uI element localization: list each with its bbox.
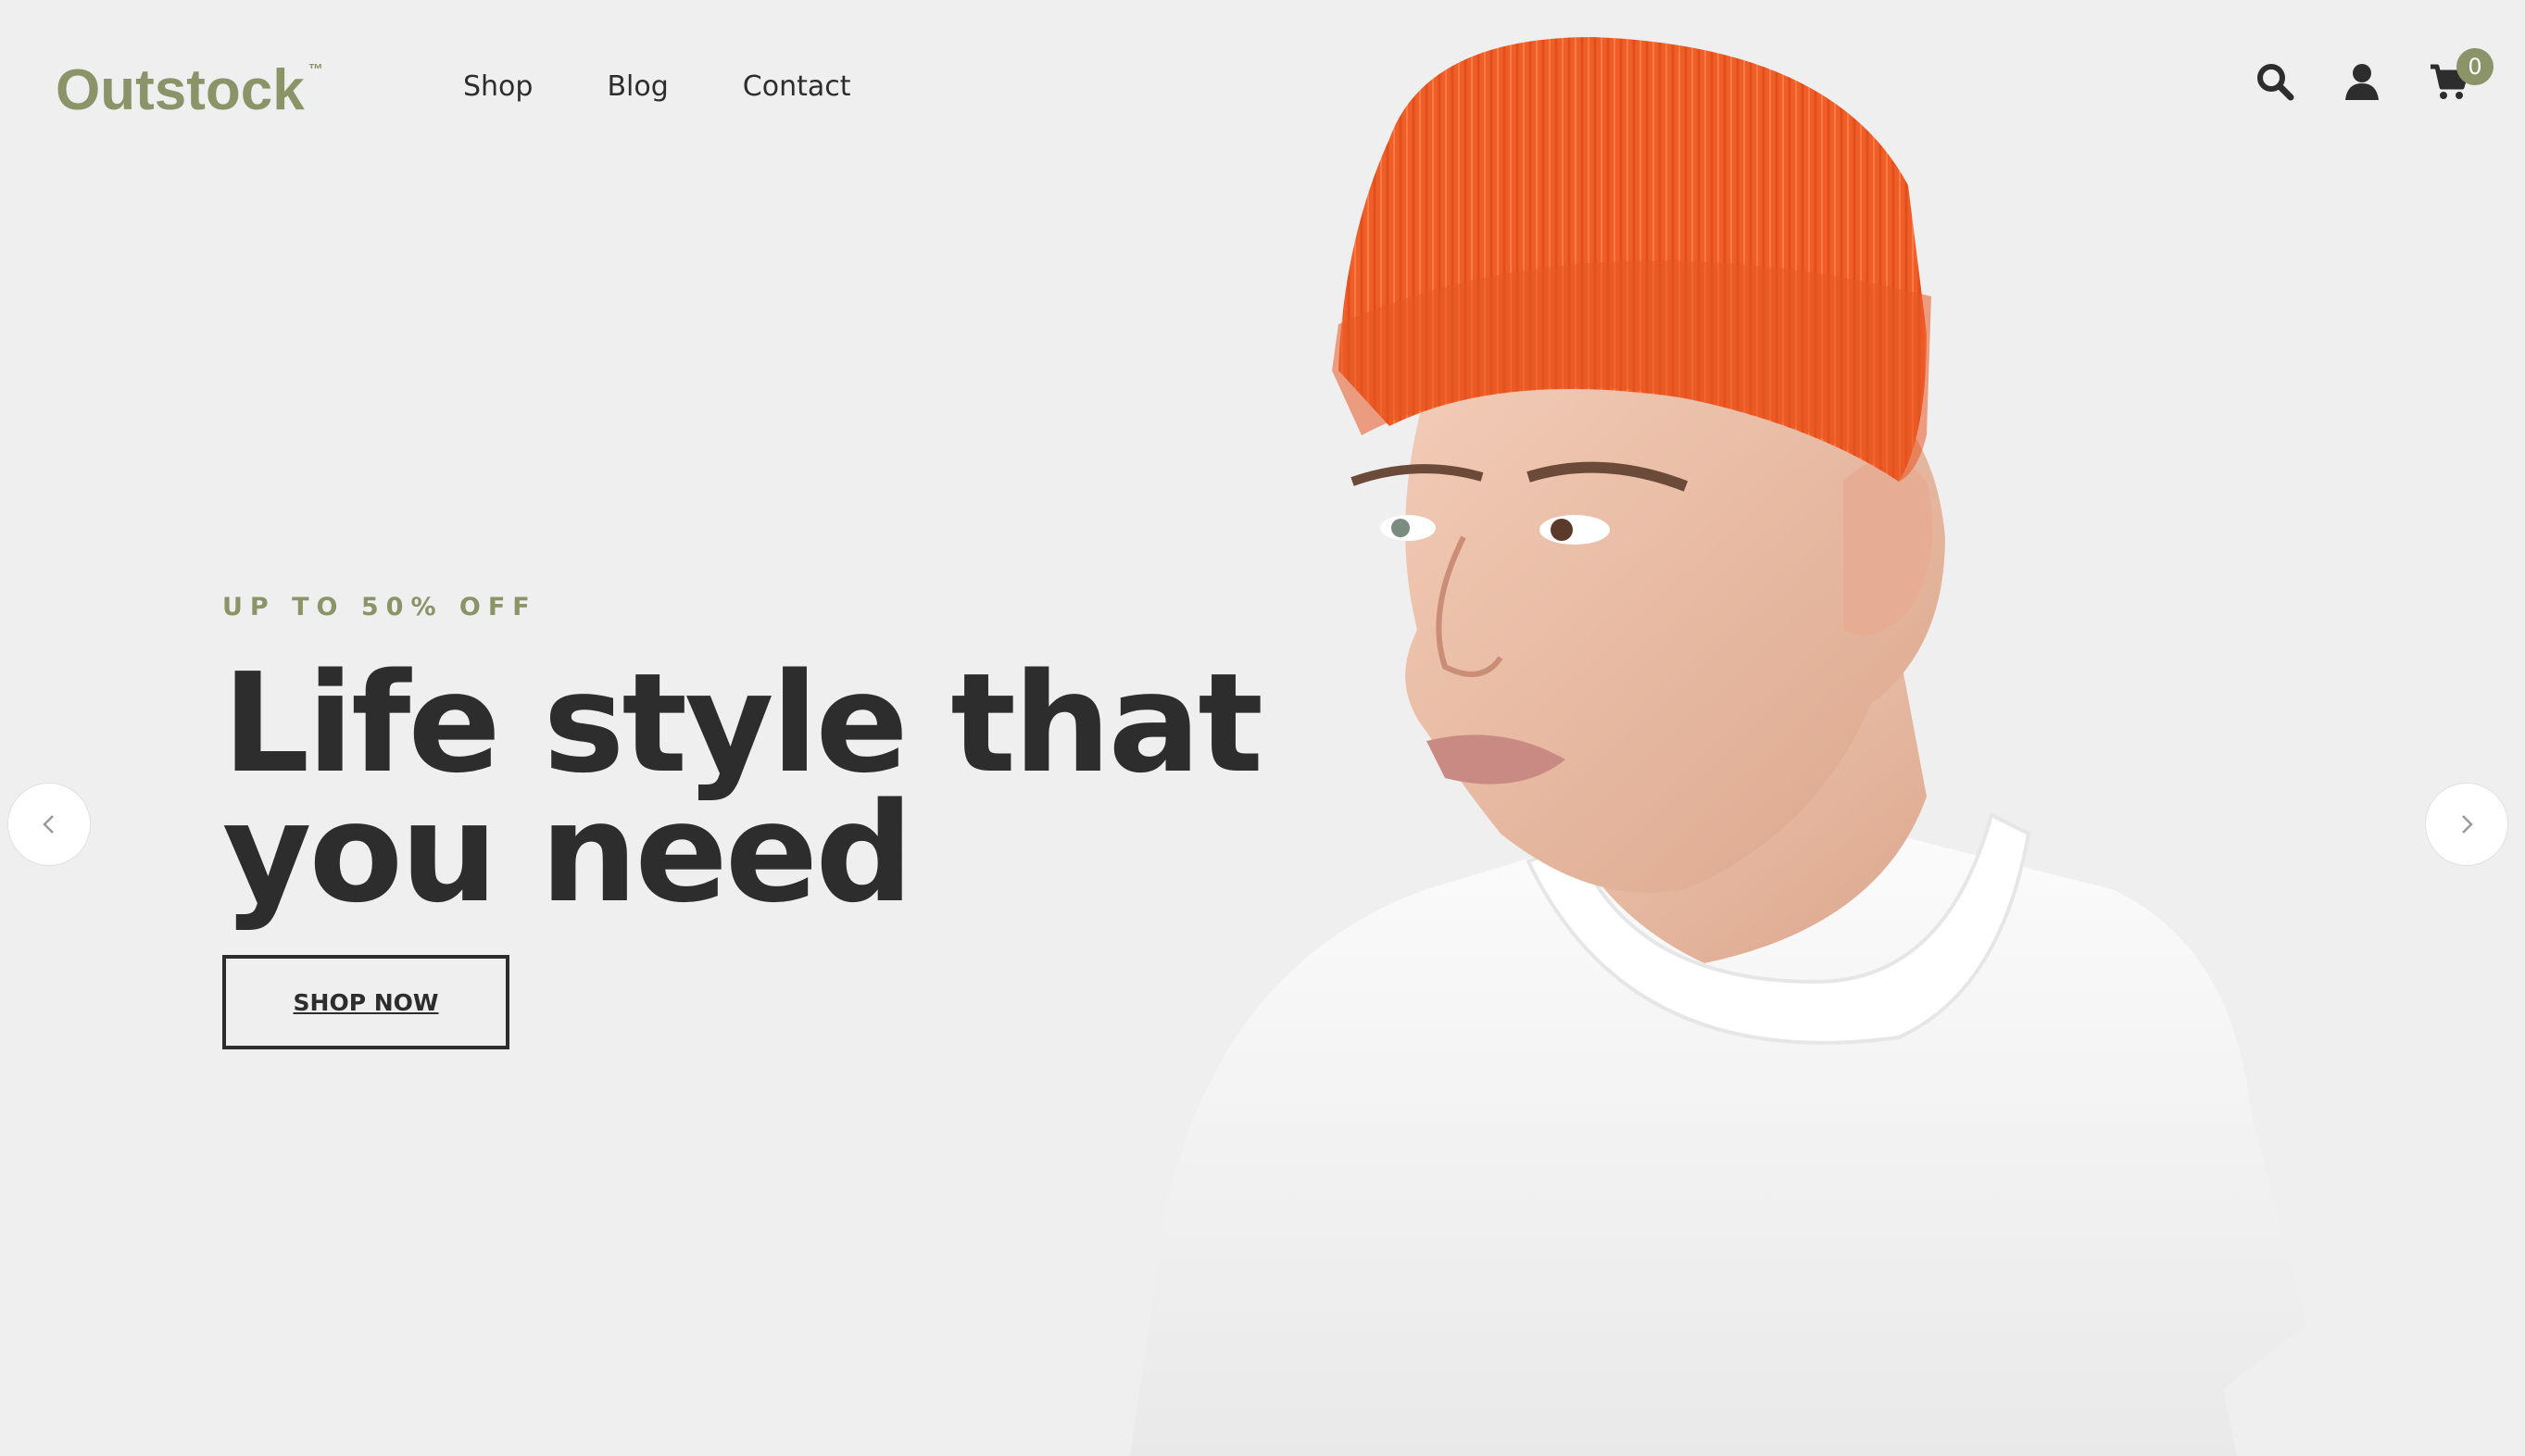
header-actions: 0 [2255,48,2494,102]
trademark-mark: ™ [308,62,323,78]
shop-now-button[interactable]: SHOP NOW [222,955,509,1049]
site-header: Outstock ™ Shop Blog Contact 0 [0,0,2525,185]
chevron-right-icon [2462,815,2473,834]
nav-contact[interactable]: Contact [743,70,851,103]
slider-prev-button[interactable] [7,783,91,866]
search-icon[interactable] [2255,61,2295,102]
nav-shop[interactable]: Shop [463,70,533,103]
hero-headline: Life style that you need [222,644,1263,933]
nav-blog[interactable]: Blog [607,70,668,103]
slider-next-button[interactable] [2425,783,2508,866]
hero-eyebrow: UP TO 50% OFF [222,593,537,621]
chevron-left-icon [43,815,54,834]
page: Outstock ™ Shop Blog Contact 0 UP TO 50% … [0,0,2525,1456]
user-icon[interactable] [2342,61,2382,102]
main-nav: Shop Blog Contact [463,70,851,103]
cart-count-badge: 0 [2456,48,2494,85]
brand-logo-text: Outstock [56,58,305,122]
hero-content: UP TO 50% OFF Life style that you need S… [222,593,1482,1049]
brand-logo[interactable]: Outstock ™ [56,57,323,123]
cart-icon[interactable]: 0 [2429,48,2494,102]
